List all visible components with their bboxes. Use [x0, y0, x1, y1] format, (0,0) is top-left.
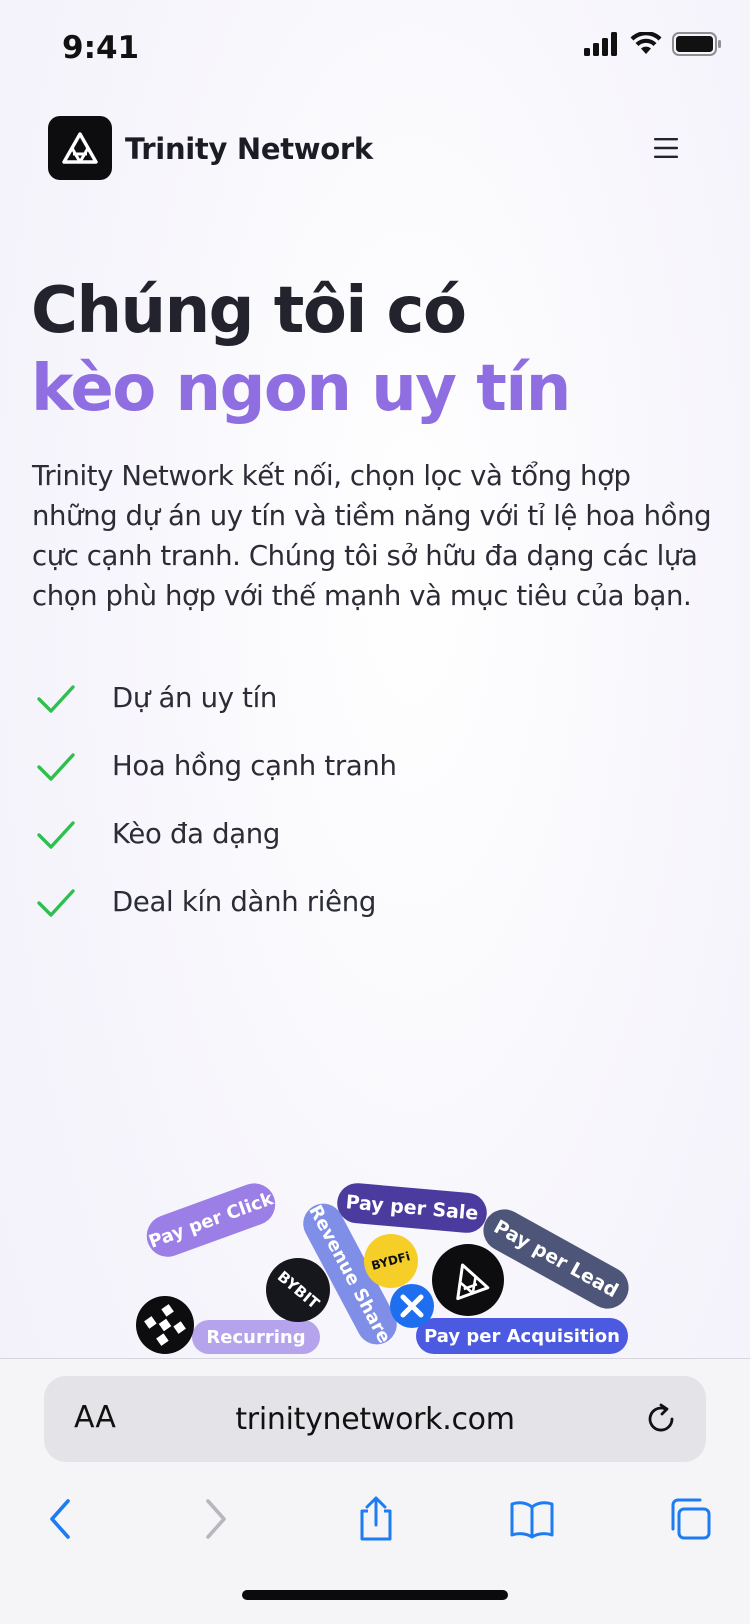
tag-pay-per-acquisition: Pay per Acquisition [416, 1318, 628, 1354]
bybit-logo-text: BYBIT [273, 1267, 323, 1313]
logo[interactable] [48, 116, 112, 180]
feature-label: Kèo đa dạng [112, 818, 281, 850]
okx-coin-icon [136, 1296, 194, 1354]
bookmarks-button[interactable] [504, 1491, 560, 1547]
trinity-logo-icon [62, 132, 98, 164]
feature-item: Dự án uy tín [36, 664, 676, 732]
feature-item: Hoa hồng cạnh tranh [36, 732, 676, 800]
site-header: Trinity Network [0, 112, 750, 180]
tabs-button[interactable] [662, 1491, 718, 1547]
tabs-icon [671, 1498, 711, 1540]
brand-name[interactable]: Trinity Network [125, 132, 373, 166]
hamburger-menu-button[interactable] [626, 116, 706, 180]
signal-icon [584, 32, 617, 56]
browser-chrome: AA trinitynetwork.com [0, 1358, 750, 1624]
back-button[interactable] [32, 1491, 88, 1547]
address-bar[interactable]: AA trinitynetwork.com [44, 1376, 706, 1462]
hamburger-icon [654, 138, 678, 158]
check-icon [37, 685, 75, 713]
wifi-icon [630, 32, 662, 54]
share-icon [360, 1496, 392, 1541]
battery-icon [672, 32, 721, 56]
status-time: 9:41 [62, 30, 140, 66]
trinity-coin-icon [432, 1244, 504, 1316]
hero-description: Trinity Network kết nối, chọn lọc và tổn… [32, 460, 712, 612]
feature-item: Deal kín dành riêng [36, 868, 676, 936]
forward-button[interactable] [188, 1491, 244, 1547]
book-icon [510, 1501, 554, 1539]
check-icon [37, 889, 75, 917]
tag-pay-per-click: Pay per Click [140, 1180, 282, 1263]
affiliate-tag-pile: Pay per Click Recurring Pay per Sale Pay… [0, 1180, 750, 1358]
hero-title-accent: kèo ngon uy tín [31, 352, 571, 426]
bybit-coin-icon: BYBIT [266, 1258, 330, 1322]
feature-item: Kèo đa dạng [36, 800, 676, 868]
hero-title: Chúng tôi có kèo ngon uy tín [31, 272, 721, 428]
home-indicator[interactable] [242, 1590, 508, 1600]
status-bar: 9:41 [0, 0, 750, 96]
reload-icon[interactable] [642, 1400, 680, 1438]
url-text[interactable]: trinitynetwork.com [44, 1402, 706, 1437]
feature-label: Dự án uy tín [112, 682, 278, 714]
chevron-left-icon [50, 1499, 70, 1539]
share-button[interactable] [348, 1491, 404, 1547]
tag-pay-per-sale: Pay per Sale [335, 1181, 489, 1235]
chevron-right-icon [206, 1499, 226, 1539]
feature-label: Hoa hồng cạnh tranh [112, 750, 397, 782]
browser-toolbar [0, 1479, 750, 1559]
status-icons [584, 32, 722, 56]
check-icon [37, 753, 75, 781]
tag-pay-per-lead: Pay per Lead [475, 1201, 637, 1317]
feature-list: Dự án uy tín Hoa hồng cạnh tranh Kèo đa … [36, 664, 676, 936]
check-icon [37, 821, 75, 849]
tag-recurring: Recurring [192, 1320, 320, 1354]
hero-title-line1: Chúng tôi có [31, 274, 467, 348]
bydfi-logo-text: BYDFi [370, 1249, 412, 1273]
bydfi-coin-icon: BYDFi [364, 1234, 418, 1288]
cross-coin-icon [390, 1284, 434, 1328]
feature-label: Deal kín dành riêng [112, 886, 377, 918]
